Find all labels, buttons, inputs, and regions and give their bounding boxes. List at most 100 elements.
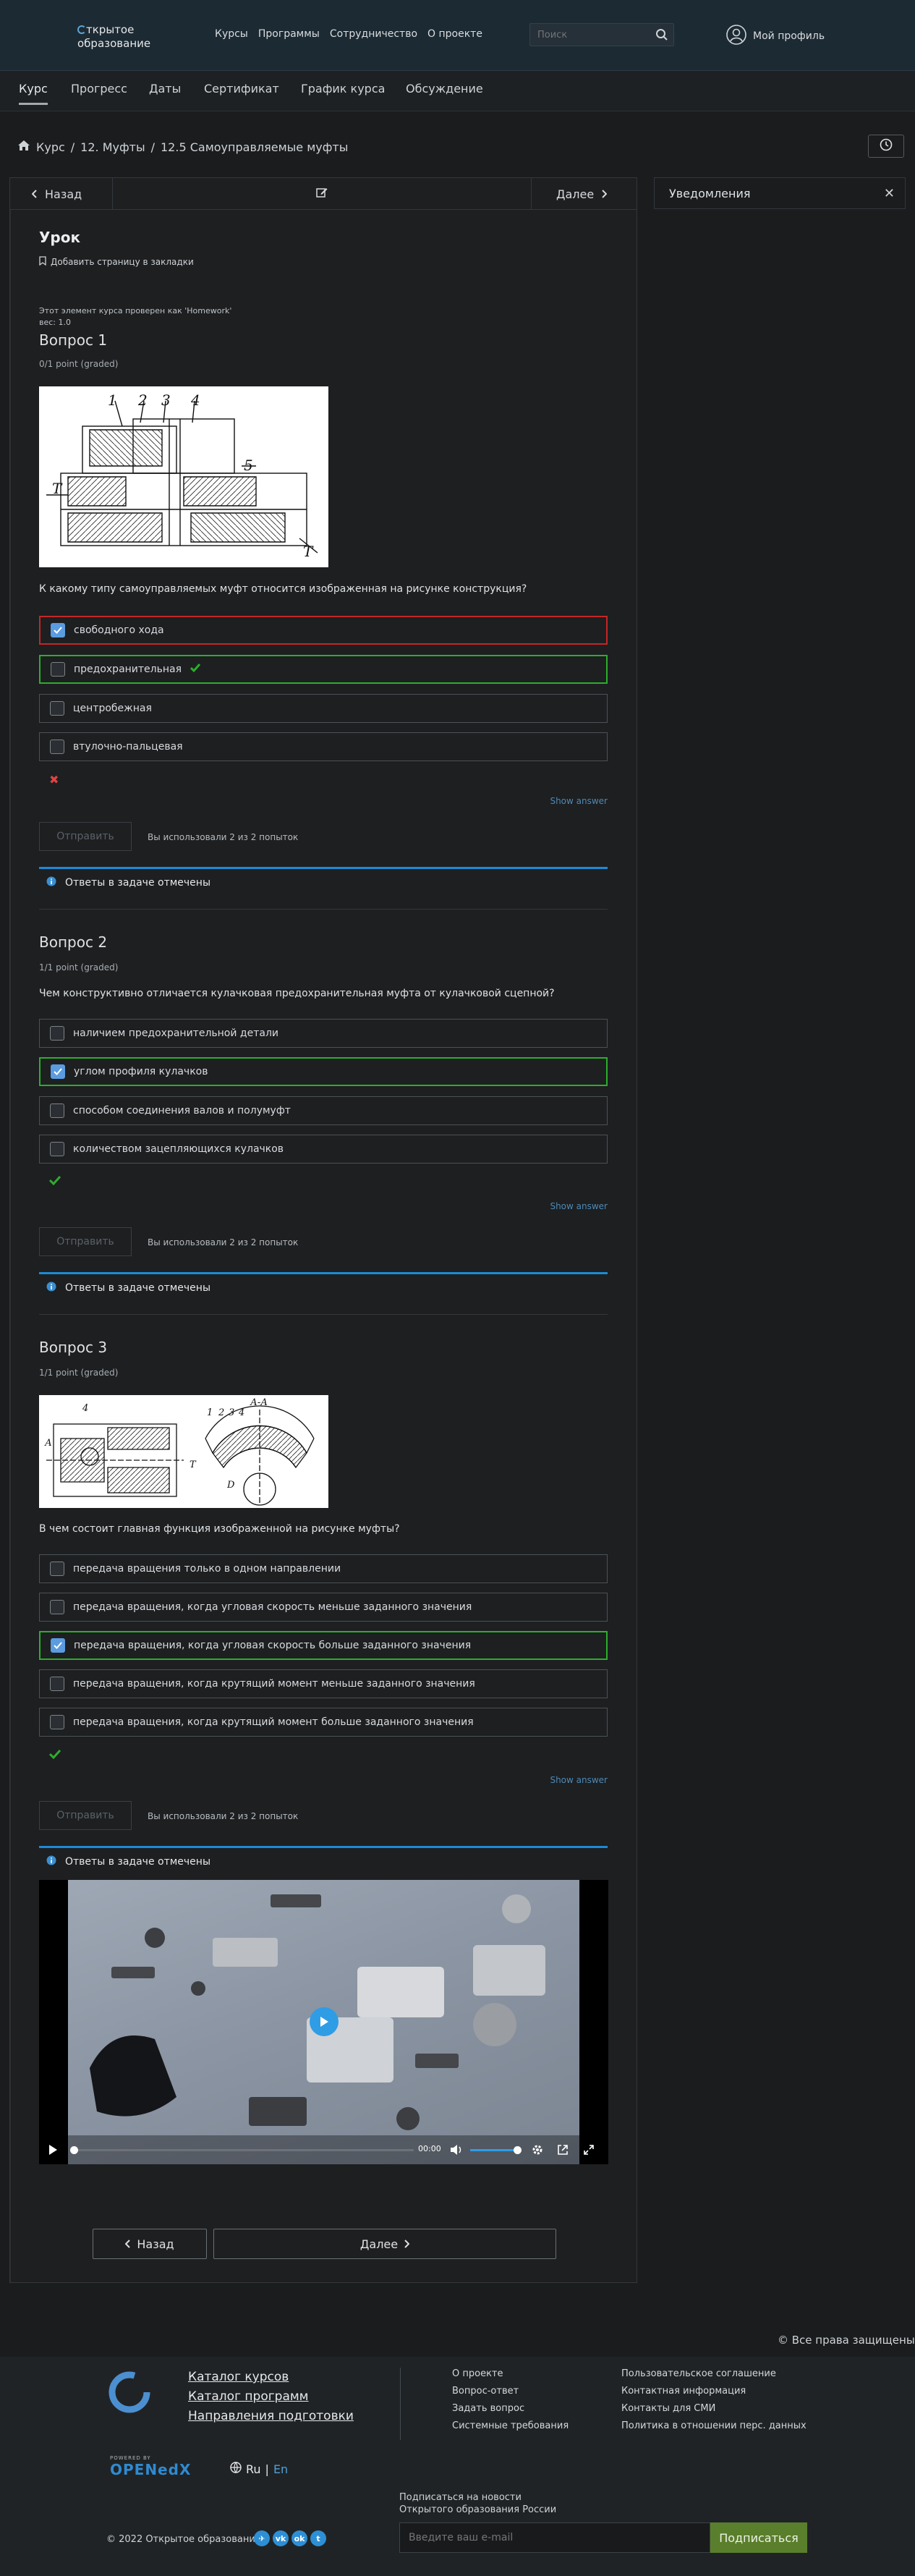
- checkbox-icon[interactable]: [50, 1103, 64, 1118]
- tab-dates[interactable]: Даты: [149, 82, 181, 103]
- checkbox-icon[interactable]: [50, 1715, 64, 1729]
- figure-1-label-t-left: T: [52, 480, 63, 497]
- openedx-logo[interactable]: POWERED BY OPENedX: [110, 2455, 191, 2478]
- footer-link-contacts[interactable]: Контактная информация: [621, 2386, 807, 2397]
- tab-progress[interactable]: Прогресс: [71, 82, 127, 103]
- figure-1-label-5: 5: [244, 457, 253, 474]
- profile-link[interactable]: Мой профиль: [725, 24, 825, 48]
- checkbox-checked-icon[interactable]: [51, 1638, 65, 1653]
- dates-button[interactable]: [868, 135, 904, 158]
- footer-link-faq[interactable]: Вопрос-ответ: [452, 2386, 569, 2397]
- footer-link-agreement[interactable]: Пользовательское соглашение: [621, 2368, 807, 2379]
- q2-show-answer-button[interactable]: Show answer: [544, 1201, 608, 1211]
- notice-text: Ответы в задаче отмечены: [65, 1281, 211, 1294]
- bottom-next-button[interactable]: Далее: [213, 2229, 556, 2259]
- bookmark-button[interactable]: Добавить страницу в закладки: [39, 256, 194, 268]
- q2-submit-button[interactable]: Отправить: [39, 1227, 132, 1256]
- twitter-icon[interactable]: t: [310, 2530, 326, 2546]
- search-icon[interactable]: [655, 28, 668, 44]
- fullscreen-icon[interactable]: [583, 2144, 595, 2158]
- site-logo[interactable]: ткрытое образование: [77, 23, 171, 51]
- q3-option-5[interactable]: передача вращения, когда крутящий момент…: [39, 1708, 608, 1737]
- subscribe-button[interactable]: Подписаться: [710, 2522, 807, 2553]
- nav-programs[interactable]: Программы: [258, 28, 320, 40]
- telegram-icon[interactable]: ✈: [254, 2530, 270, 2546]
- lang-ru-link[interactable]: Ru: [246, 2462, 261, 2476]
- breadcrumb-section[interactable]: 12. Муфты: [80, 140, 145, 154]
- email-field[interactable]: [400, 2523, 704, 2552]
- video-player[interactable]: 00:00: [39, 1880, 608, 2164]
- footer-link-directions[interactable]: Направления подготовки: [188, 2409, 354, 2423]
- q2-option-4[interactable]: количеством зацепляющихся кулачков: [39, 1135, 608, 1164]
- q1-option-3[interactable]: центробежная: [39, 694, 608, 723]
- q2-option-1[interactable]: наличием предохранительной детали: [39, 1019, 608, 1048]
- checkbox-icon[interactable]: [50, 1677, 64, 1691]
- lang-en-link[interactable]: En: [273, 2462, 288, 2476]
- footer-link-about[interactable]: О проекте: [452, 2368, 569, 2379]
- checkbox-icon[interactable]: [50, 1026, 64, 1041]
- tab-certificate[interactable]: Сертификат: [204, 82, 279, 103]
- footer-link-privacy[interactable]: Политика в отношении перс. данных: [621, 2420, 807, 2431]
- footer-link-courses[interactable]: Каталог курсов: [188, 2370, 354, 2384]
- tab-schedule[interactable]: График курса: [301, 82, 385, 103]
- logo-o-icon: [77, 25, 86, 34]
- q2-option-3[interactable]: способом соединения валов и полумуфт: [39, 1096, 608, 1125]
- breadcrumb-subsection[interactable]: 12.5 Самоуправляемые муфты: [161, 140, 348, 154]
- checkbox-checked-icon[interactable]: [51, 1064, 65, 1079]
- close-icon[interactable]: ✕: [884, 186, 895, 201]
- tab-course[interactable]: Курс: [19, 82, 48, 105]
- nav-about[interactable]: О проекте: [427, 28, 482, 40]
- play-center-button[interactable]: [310, 2007, 339, 2036]
- breadcrumb-separator: /: [150, 140, 155, 154]
- checkbox-checked-icon[interactable]: [51, 623, 65, 637]
- video-progress-handle[interactable]: [70, 2146, 78, 2154]
- search-input[interactable]: [530, 24, 646, 46]
- bottom-prev-button[interactable]: Назад: [93, 2229, 207, 2259]
- nav-cooperation[interactable]: Сотрудничество: [330, 28, 417, 40]
- q3-option-4[interactable]: передача вращения, когда крутящий момент…: [39, 1669, 608, 1698]
- checkbox-icon[interactable]: [50, 1600, 64, 1614]
- checkbox-icon[interactable]: [51, 662, 65, 677]
- video-progress-bar[interactable]: [70, 2146, 414, 2154]
- footer-link-programs[interactable]: Каталог программ: [188, 2389, 354, 2404]
- nav-courses[interactable]: Курсы: [215, 28, 248, 40]
- vk-icon[interactable]: vk: [273, 2530, 289, 2546]
- bookmark-label: Добавить страницу в закладки: [51, 257, 194, 267]
- checkbox-icon[interactable]: [50, 1562, 64, 1576]
- q2-option-2[interactable]: углом профиля кулачков: [39, 1057, 608, 1086]
- q1-submit-button[interactable]: Отправить: [39, 822, 132, 851]
- footer-link-ask[interactable]: Задать вопрос: [452, 2403, 569, 2414]
- sequence-next-button[interactable]: Далее: [531, 178, 637, 210]
- popout-icon[interactable]: [557, 2144, 569, 2158]
- q1-show-answer-button[interactable]: Show answer: [544, 796, 608, 806]
- q3-option-3[interactable]: передача вращения, когда угловая скорост…: [39, 1631, 608, 1660]
- figure-3-label-d: D: [226, 1480, 235, 1491]
- footer-link-media[interactable]: Контакты для СМИ: [621, 2403, 807, 2414]
- breadcrumb-course[interactable]: Курс: [36, 140, 65, 154]
- q3-show-answer-button[interactable]: Show answer: [544, 1775, 608, 1785]
- odnoklassniki-icon[interactable]: ok: [291, 2530, 307, 2546]
- q1-option-4[interactable]: втулочно-пальцевая: [39, 732, 608, 761]
- checkbox-icon[interactable]: [50, 701, 64, 716]
- divider: [39, 909, 608, 910]
- tab-discussion[interactable]: Обсуждение: [406, 82, 483, 103]
- q3-submit-button[interactable]: Отправить: [39, 1801, 132, 1830]
- settings-gear-icon[interactable]: [531, 2143, 544, 2159]
- info-icon: [46, 1855, 56, 1868]
- checkbox-icon[interactable]: [50, 740, 64, 754]
- sequence-unit-tab[interactable]: [113, 178, 531, 210]
- checkbox-icon[interactable]: [50, 1142, 64, 1156]
- notifications-title: Уведомления: [669, 186, 751, 200]
- q3-option-2[interactable]: передача вращения, когда угловая скорост…: [39, 1593, 608, 1622]
- divider: [39, 1314, 608, 1315]
- play-icon[interactable]: [48, 2144, 58, 2158]
- option-label: передача вращения только в одном направл…: [73, 1563, 341, 1575]
- sequence-prev-button[interactable]: Назад: [10, 178, 113, 210]
- volume-handle[interactable]: [514, 2146, 522, 2154]
- q1-option-2[interactable]: предохранительная: [39, 655, 608, 684]
- q3-option-1[interactable]: передача вращения только в одном направл…: [39, 1554, 608, 1583]
- footer-link-requirements[interactable]: Системные требования: [452, 2420, 569, 2431]
- volume-icon[interactable]: [450, 2144, 463, 2158]
- q1-option-1[interactable]: свободного хода: [39, 616, 608, 645]
- volume-slider[interactable]: [470, 2146, 522, 2154]
